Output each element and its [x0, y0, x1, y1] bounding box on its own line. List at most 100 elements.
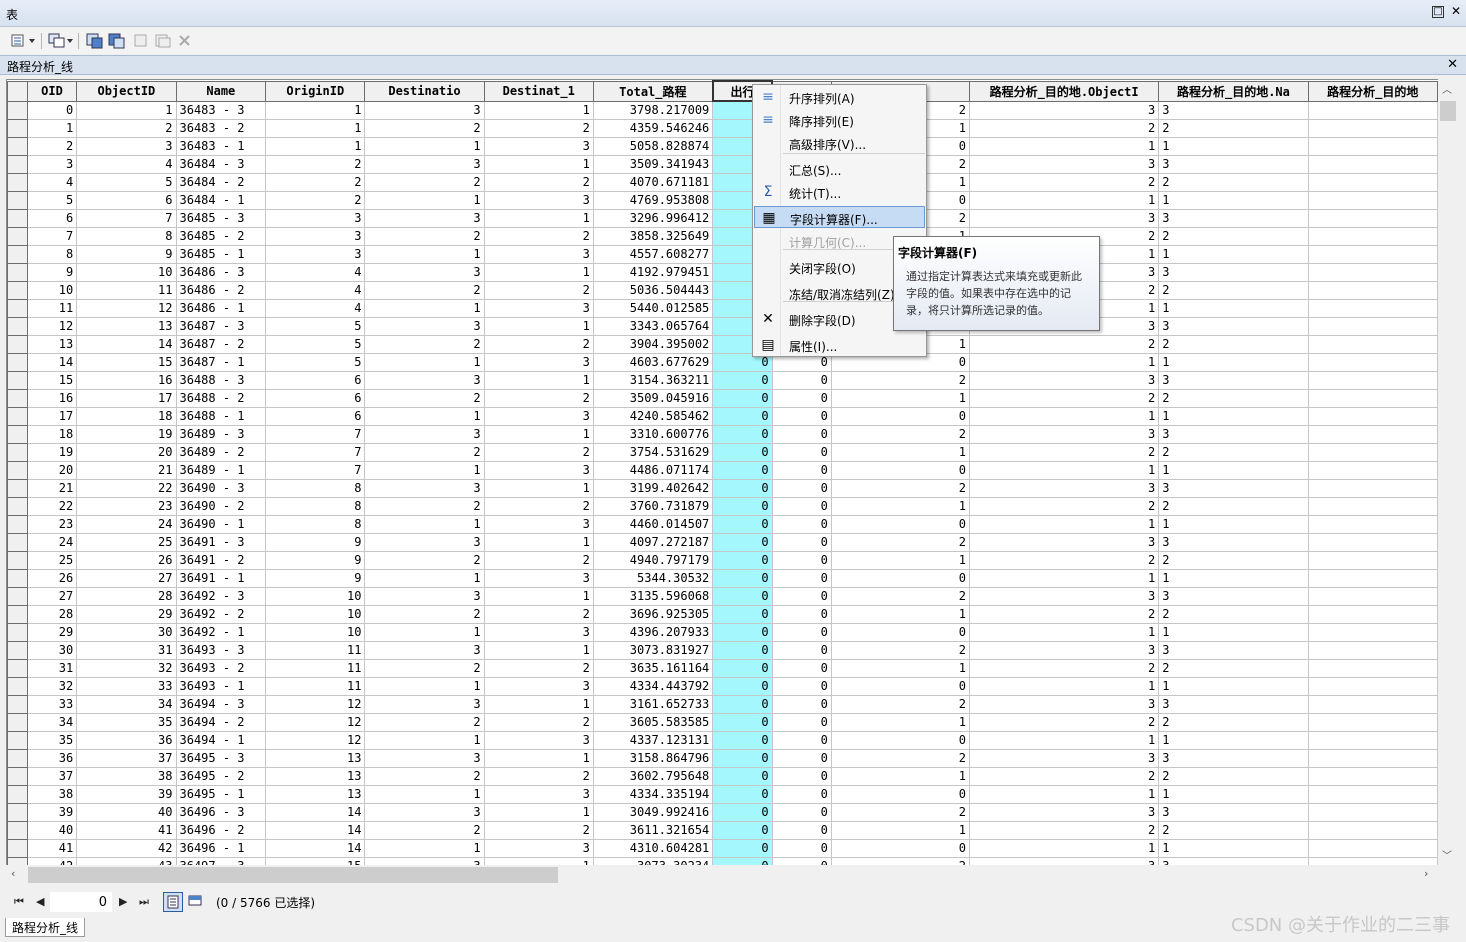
table-cell[interactable]: 3 — [364, 316, 485, 336]
table-cell[interactable]: 8 — [76, 226, 177, 246]
table-cell[interactable]: 1 — [1158, 730, 1309, 750]
table-cell[interactable]: 0 — [830, 730, 970, 750]
table-cell[interactable]: 3 — [364, 694, 485, 714]
menu-item[interactable]: Σ 统计(T)... — [754, 181, 925, 203]
table-cell[interactable]: 2 — [76, 118, 177, 138]
table-cell[interactable] — [1307, 316, 1438, 336]
table-cell[interactable] — [1307, 586, 1438, 606]
table-cell[interactable]: 2 — [364, 334, 485, 354]
row-selector[interactable] — [7, 208, 28, 228]
row-selector[interactable] — [7, 748, 28, 768]
vertical-scrollbar[interactable]: ︿ ﹀ — [1438, 79, 1458, 865]
table-cell[interactable]: 2 — [830, 532, 970, 552]
table-cell[interactable]: 2 — [1158, 550, 1309, 570]
table-cell[interactable]: 3 — [364, 370, 485, 390]
table-cell[interactable]: 0 — [830, 568, 970, 588]
row-selector[interactable] — [7, 442, 28, 462]
table-cell[interactable]: 4603.677629 — [592, 352, 714, 372]
table-cell[interactable]: 11 — [76, 280, 177, 300]
table-cell[interactable]: 13 — [265, 784, 366, 804]
table-row[interactable]: 19 20 36489 - 2 7 2 2 3754.531629 0 0 1 2 2 — [7, 442, 1438, 462]
table-cell[interactable]: 3296.996412 — [592, 208, 714, 228]
table-cell[interactable]: 2 — [1158, 280, 1309, 300]
table-cell[interactable]: 3 — [483, 568, 594, 588]
table-cell[interactable]: 14 — [26, 352, 78, 372]
table-cell[interactable]: 28 — [26, 604, 78, 624]
table-cell[interactable] — [1307, 226, 1438, 246]
table-cell[interactable]: 6 — [265, 388, 366, 408]
table-cell[interactable]: 8 — [26, 244, 78, 264]
table-cell[interactable]: 3 — [483, 136, 594, 156]
table-cell[interactable]: 0 — [830, 784, 970, 804]
table-cell[interactable]: 3 — [968, 748, 1160, 768]
table-cell[interactable]: 18 — [76, 406, 177, 426]
table-cell[interactable]: 39 — [26, 802, 78, 822]
table-cell[interactable] — [1307, 658, 1438, 678]
table-cell[interactable]: 3605.583585 — [592, 712, 714, 732]
table-cell[interactable]: 36491 - 1 — [175, 568, 267, 588]
row-selector[interactable] — [7, 334, 28, 354]
table-cell[interactable] — [1307, 460, 1438, 480]
table-cell[interactable]: 1 — [1158, 352, 1309, 372]
table-cell[interactable]: 2 — [830, 694, 970, 714]
table-cell[interactable]: 2 — [968, 604, 1160, 624]
table-cell[interactable]: 1 — [483, 316, 594, 336]
table-cell[interactable]: 4940.797179 — [592, 550, 714, 570]
table-cell[interactable]: 0 — [771, 802, 832, 822]
scroll-up-icon[interactable]: ︿ — [1442, 81, 1452, 96]
table-cell[interactable]: 2 — [830, 370, 970, 390]
table-cell[interactable]: 3798.217009 — [592, 100, 714, 120]
table-row[interactable]: 91036486 - 34314192.97945100233 — [7, 262, 1438, 282]
table-cell[interactable]: 3 — [968, 532, 1160, 552]
table-cell[interactable]: 3611.321654 — [592, 820, 714, 840]
row-selector[interactable] — [7, 568, 28, 588]
table-cell[interactable]: 3 — [483, 460, 594, 480]
table-cell[interactable]: 11 — [265, 676, 366, 696]
table-cell[interactable]: 36485 - 1 — [175, 244, 267, 264]
table-cell[interactable]: 3754.531629 — [592, 442, 714, 462]
table-row[interactable]: 18 19 36489 - 3 7 3 1 3310.600776 0 0 2 3 3 — [7, 424, 1438, 444]
table-cell[interactable]: 3 — [1158, 370, 1309, 390]
table-cell[interactable]: 3 — [483, 406, 594, 426]
table-cell[interactable]: 36491 - 3 — [175, 532, 267, 552]
row-selector[interactable] — [7, 316, 28, 336]
table-row[interactable]: 2336483 - 11135058.82887400011 — [7, 136, 1438, 156]
row-selector[interactable] — [7, 352, 28, 372]
table-cell[interactable]: 2 — [364, 496, 485, 516]
table-cell[interactable]: 3 — [968, 100, 1160, 120]
table-cell[interactable] — [1307, 478, 1438, 498]
table-cell[interactable]: 36490 - 3 — [175, 478, 267, 498]
table-tab-bottom[interactable]: 路程分析_线 — [5, 918, 86, 937]
table-cell[interactable]: 37 — [26, 766, 78, 786]
row-selector-header[interactable] — [7, 80, 28, 102]
table-cell[interactable]: 3 — [483, 514, 594, 534]
table-cell[interactable]: 10 — [265, 622, 366, 642]
table-cell[interactable]: 2 — [483, 550, 594, 570]
table-cell[interactable]: 4192.979451 — [592, 262, 714, 282]
table-cell[interactable]: 36496 - 2 — [175, 820, 267, 840]
table-cell[interactable]: 3073.30234 — [592, 856, 714, 865]
table-cell[interactable]: 3135.596068 — [592, 586, 714, 606]
table-cell[interactable]: 0 — [771, 784, 832, 804]
table-cell[interactable]: 5440.012585 — [592, 298, 714, 318]
table-cell[interactable]: 2 — [483, 118, 594, 138]
table-cell[interactable]: 1 — [968, 406, 1160, 426]
scroll-left-icon[interactable]: ‹ — [11, 867, 15, 880]
table-cell[interactable]: 2 — [483, 334, 594, 354]
table-cell[interactable]: 3 — [364, 748, 485, 768]
table-cell[interactable]: 3199.402642 — [592, 478, 714, 498]
table-row[interactable]: 34 35 36494 - 2 12 2 2 3605.583585 0 0 1 2 2 — [7, 712, 1438, 732]
table-cell[interactable]: 14 — [265, 838, 366, 858]
table-cell[interactable]: 30 — [76, 622, 177, 642]
row-selector[interactable] — [7, 820, 28, 840]
table-cell[interactable]: 19 — [76, 424, 177, 444]
table-row[interactable]: 39 40 36496 - 3 14 3 1 3049.992416 0 0 2 3 3 — [7, 802, 1438, 822]
table-cell[interactable]: 0 — [712, 694, 773, 714]
table-cell[interactable]: 2 — [364, 226, 485, 246]
table-row[interactable]: 6736485 - 33313296.99641200233 — [7, 208, 1438, 228]
table-cell[interactable]: 1 — [1158, 514, 1309, 534]
table-row[interactable]: 3436484 - 32313509.34194300233 — [7, 154, 1438, 174]
table-cell[interactable] — [1307, 406, 1438, 426]
table-cell[interactable]: 35 — [26, 730, 78, 750]
table-cell[interactable]: 3049.992416 — [592, 802, 714, 822]
